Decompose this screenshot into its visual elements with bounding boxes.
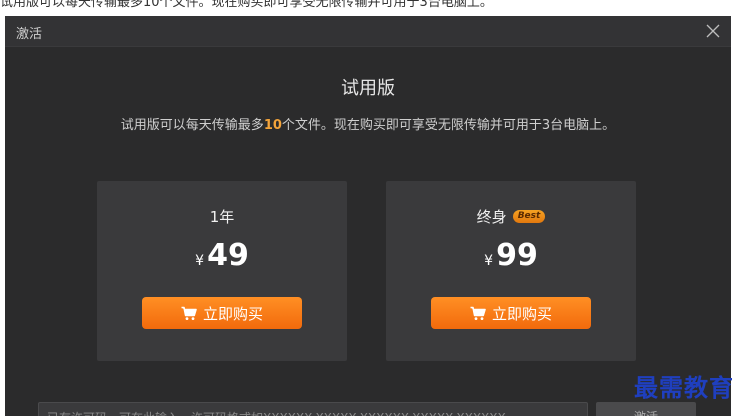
currency-symbol: ¥ [484,253,494,269]
plan-card-lifetime: 终身 Best ¥ 99 立即购买 [386,181,636,361]
buy-now-button-lifetime[interactable]: 立即购买 [431,297,591,329]
buy-button-label: 立即购买 [202,304,263,323]
cart-icon [470,306,486,320]
best-badge: Best [512,210,546,223]
buy-now-button-1-year[interactable]: 立即购买 [142,297,302,329]
buy-button-label: 立即购买 [491,304,552,323]
watermark: 最需教育 [634,373,734,402]
subtitle-before: 试用版可以每天传输最多 [120,118,264,133]
subtitle-highlight: 10 [263,118,282,133]
plan-name: 终身 [476,208,507,226]
subtitle-after: 个文件。现在购买即可享受无限传输并可用于3台电脑上。 [281,118,616,133]
close-icon[interactable] [706,24,720,38]
dialog-titlebar: 激活 [5,16,731,47]
plan-card-1-year: 1年 ¥ 49 立即购买 [97,181,347,361]
background-page: 试用版可以每天传输最多10个文件。现在购买即可享受无限传输并可用于3台电脑上。 [0,0,742,14]
activation-dialog: 激活 试用版 试用版可以每天传输最多10个文件。现在购买即可享受无限传输并可用于… [5,16,731,416]
close-button[interactable] [703,21,723,41]
dialog-subtitle: 试用版可以每天传输最多10个文件。现在购买即可享受无限传输并可用于3台电脑上。 [5,114,731,133]
cart-icon [181,306,197,320]
plan-price: 49 [207,238,249,273]
plan-name: 1年 [209,208,235,226]
background-text: 试用版可以每天传输最多10个文件。现在购买即可享受无限传输并可用于3台电脑上。 [0,0,493,10]
dialog-heading: 试用版 [341,78,395,99]
activate-button[interactable]: 激活 [596,402,696,416]
plan-price: 99 [496,238,538,273]
currency-symbol: ¥ [195,253,205,269]
license-code-input[interactable]: 已有许可码，可在此输入，许可码格式如XXXXXX-XXXXX-XXXXXX-XX… [38,402,588,416]
dialog-title: 激活 [16,27,43,42]
